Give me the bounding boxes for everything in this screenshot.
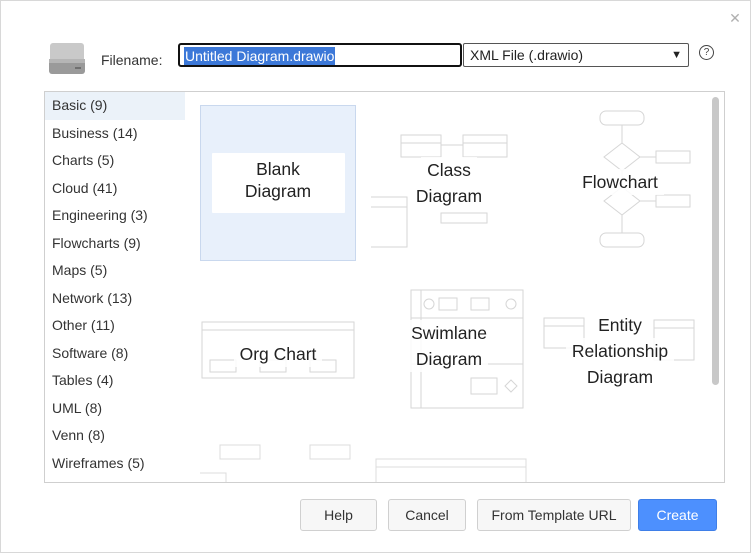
category-charts[interactable]: Charts (5) bbox=[45, 147, 185, 175]
category-network[interactable]: Network (13) bbox=[45, 285, 185, 313]
category-basic[interactable]: Basic (9) bbox=[45, 92, 185, 120]
category-uml[interactable]: UML (8) bbox=[45, 395, 185, 423]
cancel-button[interactable]: Cancel bbox=[388, 499, 466, 531]
category-tables[interactable]: Tables (4) bbox=[45, 367, 185, 395]
template-label: Org Chart bbox=[200, 341, 356, 367]
new-diagram-dialog: ✕ Filename: Untitled Diagram.drawio XML … bbox=[0, 0, 751, 553]
template-flowchart[interactable]: Flowchart bbox=[542, 105, 698, 261]
category-venn[interactable]: Venn (8) bbox=[45, 422, 185, 450]
category-other[interactable]: Other (11) bbox=[45, 312, 185, 340]
drive-icon bbox=[49, 43, 85, 74]
template-grid: Blank Diagram Class Diagram Flowchart Or… bbox=[185, 92, 724, 482]
category-wireframes[interactable]: Wireframes (5) bbox=[45, 450, 185, 478]
template-label: Blank Diagram bbox=[244, 159, 312, 201]
template-swimlane-diagram[interactable]: Swimlane Diagram bbox=[371, 278, 527, 434]
close-icon[interactable]: ✕ bbox=[728, 11, 742, 25]
template-class-diagram[interactable]: Class Diagram bbox=[371, 105, 527, 261]
category-list: Basic (9) Business (14) Charts (5) Cloud… bbox=[45, 92, 186, 482]
create-button[interactable]: Create bbox=[638, 499, 717, 531]
category-software[interactable]: Software (8) bbox=[45, 340, 185, 368]
from-template-url-button[interactable]: From Template URL bbox=[477, 499, 631, 531]
category-maps[interactable]: Maps (5) bbox=[45, 257, 185, 285]
help-button[interactable]: Help bbox=[300, 499, 377, 531]
filename-label: Filename: bbox=[101, 52, 163, 68]
format-select-value: XML File (.drawio) bbox=[470, 47, 584, 63]
more-templates-preview bbox=[200, 444, 527, 482]
template-blank-diagram[interactable]: Blank Diagram bbox=[200, 105, 356, 261]
category-cloud[interactable]: Cloud (41) bbox=[45, 175, 185, 203]
template-entity-relationship-diagram[interactable]: Entity Relationship Diagram bbox=[542, 278, 698, 434]
template-org-chart[interactable]: Org Chart bbox=[200, 278, 356, 434]
template-panel: Basic (9) Business (14) Charts (5) Cloud… bbox=[44, 91, 725, 483]
template-label: Entity Relationship Diagram bbox=[542, 312, 698, 390]
category-business[interactable]: Business (14) bbox=[45, 120, 185, 148]
template-label: Swimlane Diagram bbox=[371, 320, 527, 372]
category-flowcharts[interactable]: Flowcharts (9) bbox=[45, 230, 185, 258]
template-label: Class Diagram bbox=[371, 157, 527, 209]
format-select[interactable]: XML File (.drawio) ▼ bbox=[463, 43, 689, 67]
filename-input[interactable] bbox=[178, 43, 462, 67]
chevron-down-icon: ▼ bbox=[671, 49, 682, 61]
filename-row: Filename: Untitled Diagram.drawio XML Fi… bbox=[47, 41, 714, 77]
category-engineering[interactable]: Engineering (3) bbox=[45, 202, 185, 230]
template-label: Flowchart bbox=[542, 169, 698, 195]
template-scrollbar[interactable] bbox=[712, 97, 719, 385]
help-icon[interactable]: ? bbox=[699, 45, 714, 60]
